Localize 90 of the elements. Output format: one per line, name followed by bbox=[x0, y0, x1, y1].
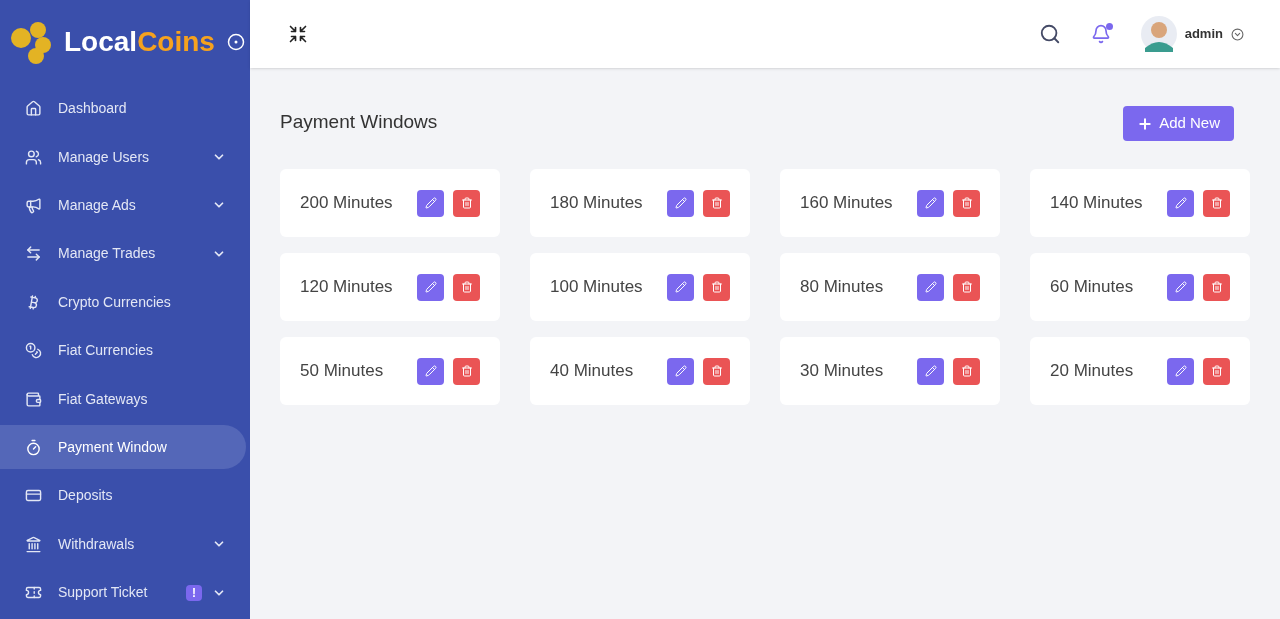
pencil-icon bbox=[674, 197, 687, 209]
trash-icon bbox=[460, 365, 473, 377]
megaphone-icon bbox=[25, 197, 42, 214]
card-label: 20 Minutes bbox=[1050, 360, 1135, 383]
user-name[interactable]: admin bbox=[1184, 24, 1223, 44]
pencil-icon bbox=[674, 281, 687, 293]
delete-button[interactable] bbox=[953, 189, 980, 217]
edit-button[interactable] bbox=[417, 189, 444, 217]
delete-button[interactable] bbox=[953, 273, 980, 301]
delete-button[interactable] bbox=[703, 357, 730, 385]
home-icon bbox=[25, 100, 42, 118]
delete-button[interactable] bbox=[453, 189, 480, 217]
card-label: 50 Minutes bbox=[300, 360, 385, 383]
sidebar-item[interactable]: Manage Users bbox=[0, 135, 246, 180]
card-label: 80 Minutes bbox=[800, 276, 885, 299]
pencil-icon bbox=[1174, 197, 1187, 209]
pencil-icon bbox=[424, 281, 437, 293]
pencil-icon bbox=[674, 365, 687, 377]
sidebar-item[interactable]: Payment Window bbox=[0, 425, 246, 470]
trash-icon bbox=[710, 197, 723, 209]
card-label: 60 Minutes bbox=[1050, 276, 1135, 299]
pencil-icon bbox=[424, 365, 437, 377]
trash-icon bbox=[960, 281, 973, 293]
edit-button[interactable] bbox=[667, 189, 694, 217]
pencil-icon bbox=[924, 197, 937, 209]
edit-button[interactable] bbox=[1167, 189, 1194, 217]
pencil-icon bbox=[1174, 365, 1187, 377]
collapse-icon[interactable] bbox=[288, 24, 308, 44]
delete-button[interactable] bbox=[453, 357, 480, 385]
delete-button[interactable] bbox=[1203, 273, 1230, 301]
trash-icon bbox=[460, 281, 473, 293]
trash-icon bbox=[1210, 281, 1223, 293]
logo-text: LocalCoins bbox=[64, 27, 215, 56]
edit-button[interactable] bbox=[667, 357, 694, 385]
trash-icon bbox=[710, 365, 723, 377]
card-label: 140 Minutes bbox=[1050, 192, 1144, 215]
pencil-icon bbox=[1174, 281, 1187, 293]
search-icon[interactable] bbox=[1038, 23, 1061, 45]
card-label: 100 Minutes bbox=[550, 276, 644, 299]
pencil-icon bbox=[924, 365, 937, 377]
wallet-icon bbox=[25, 390, 42, 408]
delete-button[interactable] bbox=[703, 189, 730, 217]
card-label: 180 Minutes bbox=[550, 192, 644, 215]
sidebar-item[interactable]: Manage Trades bbox=[0, 231, 246, 276]
card-label: 160 Minutes bbox=[800, 192, 894, 215]
delete-button[interactable] bbox=[703, 273, 730, 301]
sidebar-item[interactable]: Deposits bbox=[0, 473, 246, 518]
edit-button[interactable] bbox=[417, 357, 444, 385]
pencil-icon bbox=[924, 281, 937, 293]
edit-button[interactable] bbox=[667, 273, 694, 301]
card-label: 30 Minutes bbox=[800, 360, 885, 383]
card-label: 200 Minutes bbox=[300, 192, 394, 215]
sidebar-item[interactable]: Support Ticket ! bbox=[0, 570, 246, 615]
edit-button[interactable] bbox=[917, 357, 944, 385]
trash-icon bbox=[960, 365, 973, 377]
sidebar-item[interactable]: Dashboard bbox=[0, 86, 246, 131]
sidebar-item[interactable]: Crypto Currencies bbox=[0, 280, 246, 325]
sidebar-item[interactable]: Fiat Currencies bbox=[0, 328, 246, 373]
trash-icon bbox=[710, 281, 723, 293]
trash-icon bbox=[460, 197, 473, 209]
edit-button[interactable] bbox=[417, 273, 444, 301]
trash-icon bbox=[1210, 365, 1223, 377]
sidebar-item[interactable]: Manage Ads bbox=[0, 183, 246, 228]
edit-button[interactable] bbox=[917, 189, 944, 217]
arrows-icon bbox=[25, 245, 42, 263]
bank-icon bbox=[25, 535, 42, 553]
delete-button[interactable] bbox=[953, 357, 980, 385]
edit-button[interactable] bbox=[1167, 357, 1194, 385]
delete-button[interactable] bbox=[1203, 357, 1230, 385]
trash-icon bbox=[960, 197, 973, 209]
page-title: Payment Windows bbox=[280, 110, 438, 134]
trash-icon bbox=[1210, 197, 1223, 209]
sidebar-item[interactable]: Fiat Gateways bbox=[0, 377, 246, 422]
card-label: 120 Minutes bbox=[300, 276, 394, 299]
delete-button[interactable] bbox=[1203, 189, 1230, 217]
delete-button[interactable] bbox=[453, 273, 480, 301]
avatar-icon[interactable] bbox=[1140, 16, 1177, 52]
timer-icon bbox=[25, 438, 42, 456]
add-new-button[interactable]: Add New bbox=[1123, 106, 1234, 141]
sidebar-item[interactable]: Withdrawals bbox=[0, 522, 246, 567]
dropdown-icon[interactable] bbox=[1231, 27, 1244, 41]
bell-icon[interactable] bbox=[1090, 24, 1111, 44]
alert-badge: ! bbox=[186, 584, 202, 601]
users-icon bbox=[25, 148, 42, 166]
radio-icon[interactable] bbox=[226, 32, 245, 51]
edit-button[interactable] bbox=[1167, 273, 1194, 301]
edit-button[interactable] bbox=[917, 273, 944, 301]
coins-icon bbox=[25, 342, 42, 360]
pencil-icon bbox=[424, 197, 437, 209]
card-label: 40 Minutes bbox=[550, 360, 635, 383]
